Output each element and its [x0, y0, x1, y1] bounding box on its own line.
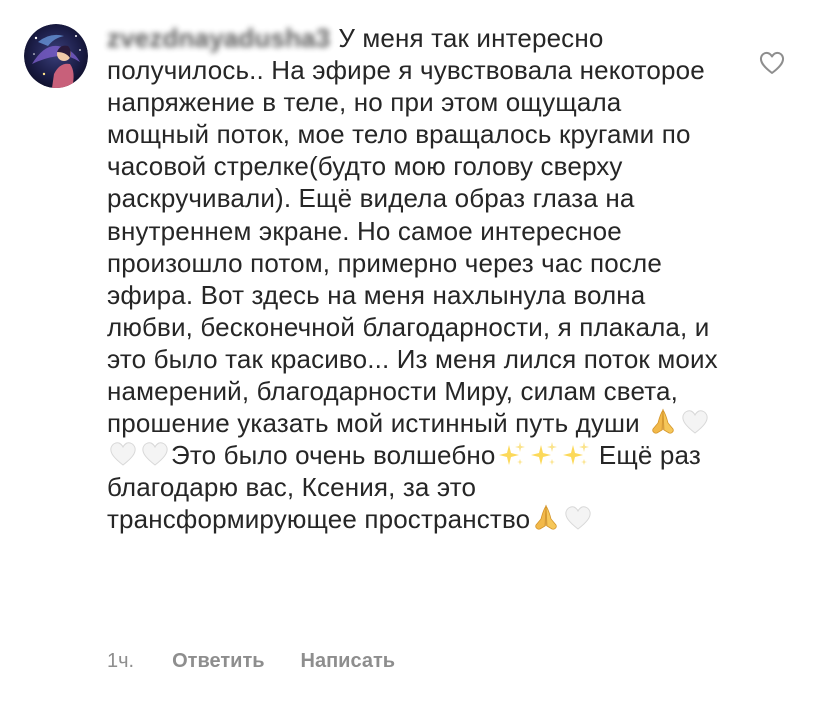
white-heart-emoji [680, 407, 710, 437]
like-button[interactable] [757, 48, 787, 78]
folded-hands-emoji [648, 407, 678, 437]
send-message-button[interactable]: Написать [301, 650, 396, 673]
folded-hands-emoji [531, 503, 561, 533]
sparkles-emoji [497, 439, 527, 469]
white-heart-emoji [108, 439, 138, 469]
sparkles-emoji [529, 439, 559, 469]
heart-outline-icon [759, 51, 785, 74]
comment-meta: 1ч. Ответить Написать [107, 650, 431, 673]
white-heart-emoji [140, 439, 170, 469]
reply-button[interactable]: Ответить [172, 650, 264, 673]
avatar-image [24, 24, 88, 88]
comment: zvezdnayadusha3 У меня так интересно полу… [0, 0, 828, 715]
comment-text-part2: Это было очень волшебно [171, 440, 496, 471]
avatar[interactable] [24, 24, 88, 88]
comment-body: zvezdnayadusha3 У меня так интересно полу… [107, 22, 727, 536]
comment-text-part1: У меня так интересно получилось.. На эфи… [107, 23, 726, 439]
sparkles-emoji [561, 439, 591, 469]
comment-username[interactable]: zvezdnayadusha3 [107, 23, 330, 53]
comment-time: 1ч. [107, 650, 135, 672]
white-heart-emoji [563, 503, 593, 533]
